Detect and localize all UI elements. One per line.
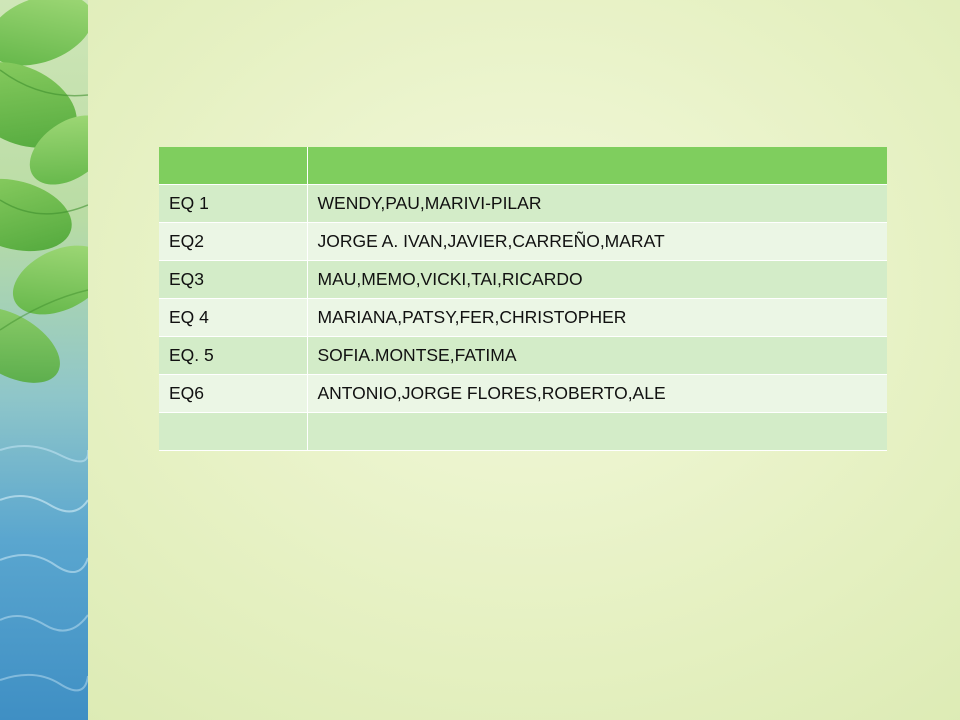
- team-cell: EQ 4: [159, 298, 308, 337]
- team-cell: EQ2: [159, 222, 308, 261]
- table-row: EQ6 ANTONIO,JORGE FLORES,ROBERTO,ALE: [159, 374, 887, 413]
- members-cell: MAU,MEMO,VICKI,TAI,RICARDO: [307, 260, 887, 299]
- leaves-water-strip-icon: [0, 0, 88, 692]
- team-cell: EQ. 5: [159, 336, 308, 375]
- members-cell: MARIANA,PATSY,FER,CHRISTOPHER: [307, 298, 887, 337]
- members-cell: [307, 412, 887, 451]
- team-cell: EQ 1: [159, 184, 308, 223]
- header-cell-team: [159, 147, 308, 185]
- decorative-side-strip: [0, 0, 88, 720]
- table-row: EQ2 JORGE A. IVAN,JAVIER,CARREÑO,MARAT: [159, 222, 887, 261]
- table-row: EQ 4 MARIANA,PATSY,FER,CHRISTOPHER: [159, 298, 887, 337]
- table-header-row: [159, 147, 887, 185]
- members-cell: ANTONIO,JORGE FLORES,ROBERTO,ALE: [307, 374, 887, 413]
- members-cell: JORGE A. IVAN,JAVIER,CARREÑO,MARAT: [307, 222, 887, 261]
- members-cell: SOFIA.MONTSE,FATIMA: [307, 336, 887, 375]
- team-cell: EQ3: [159, 260, 308, 299]
- table-row: EQ 1 WENDY,PAU,MARIVI-PILAR: [159, 184, 887, 223]
- table-row: EQ3 MAU,MEMO,VICKI,TAI,RICARDO: [159, 260, 887, 299]
- header-cell-members: [307, 147, 887, 185]
- table-row: EQ. 5 SOFIA.MONTSE,FATIMA: [159, 336, 887, 375]
- table-row-empty: [159, 412, 887, 451]
- members-cell: WENDY,PAU,MARIVI-PILAR: [307, 184, 887, 223]
- team-cell: [159, 412, 308, 451]
- team-cell: EQ6: [159, 374, 308, 413]
- teams-table: EQ 1 WENDY,PAU,MARIVI-PILAR EQ2 JORGE A.…: [159, 147, 887, 451]
